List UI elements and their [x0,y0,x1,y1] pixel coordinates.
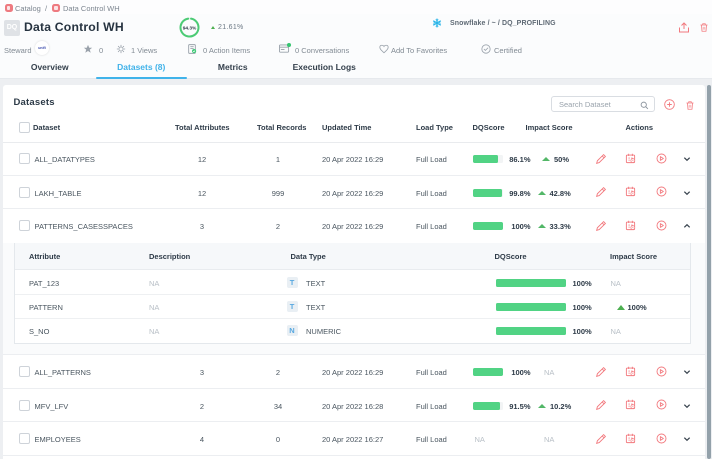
svg-text:94.3%: 94.3% [182,26,196,32]
